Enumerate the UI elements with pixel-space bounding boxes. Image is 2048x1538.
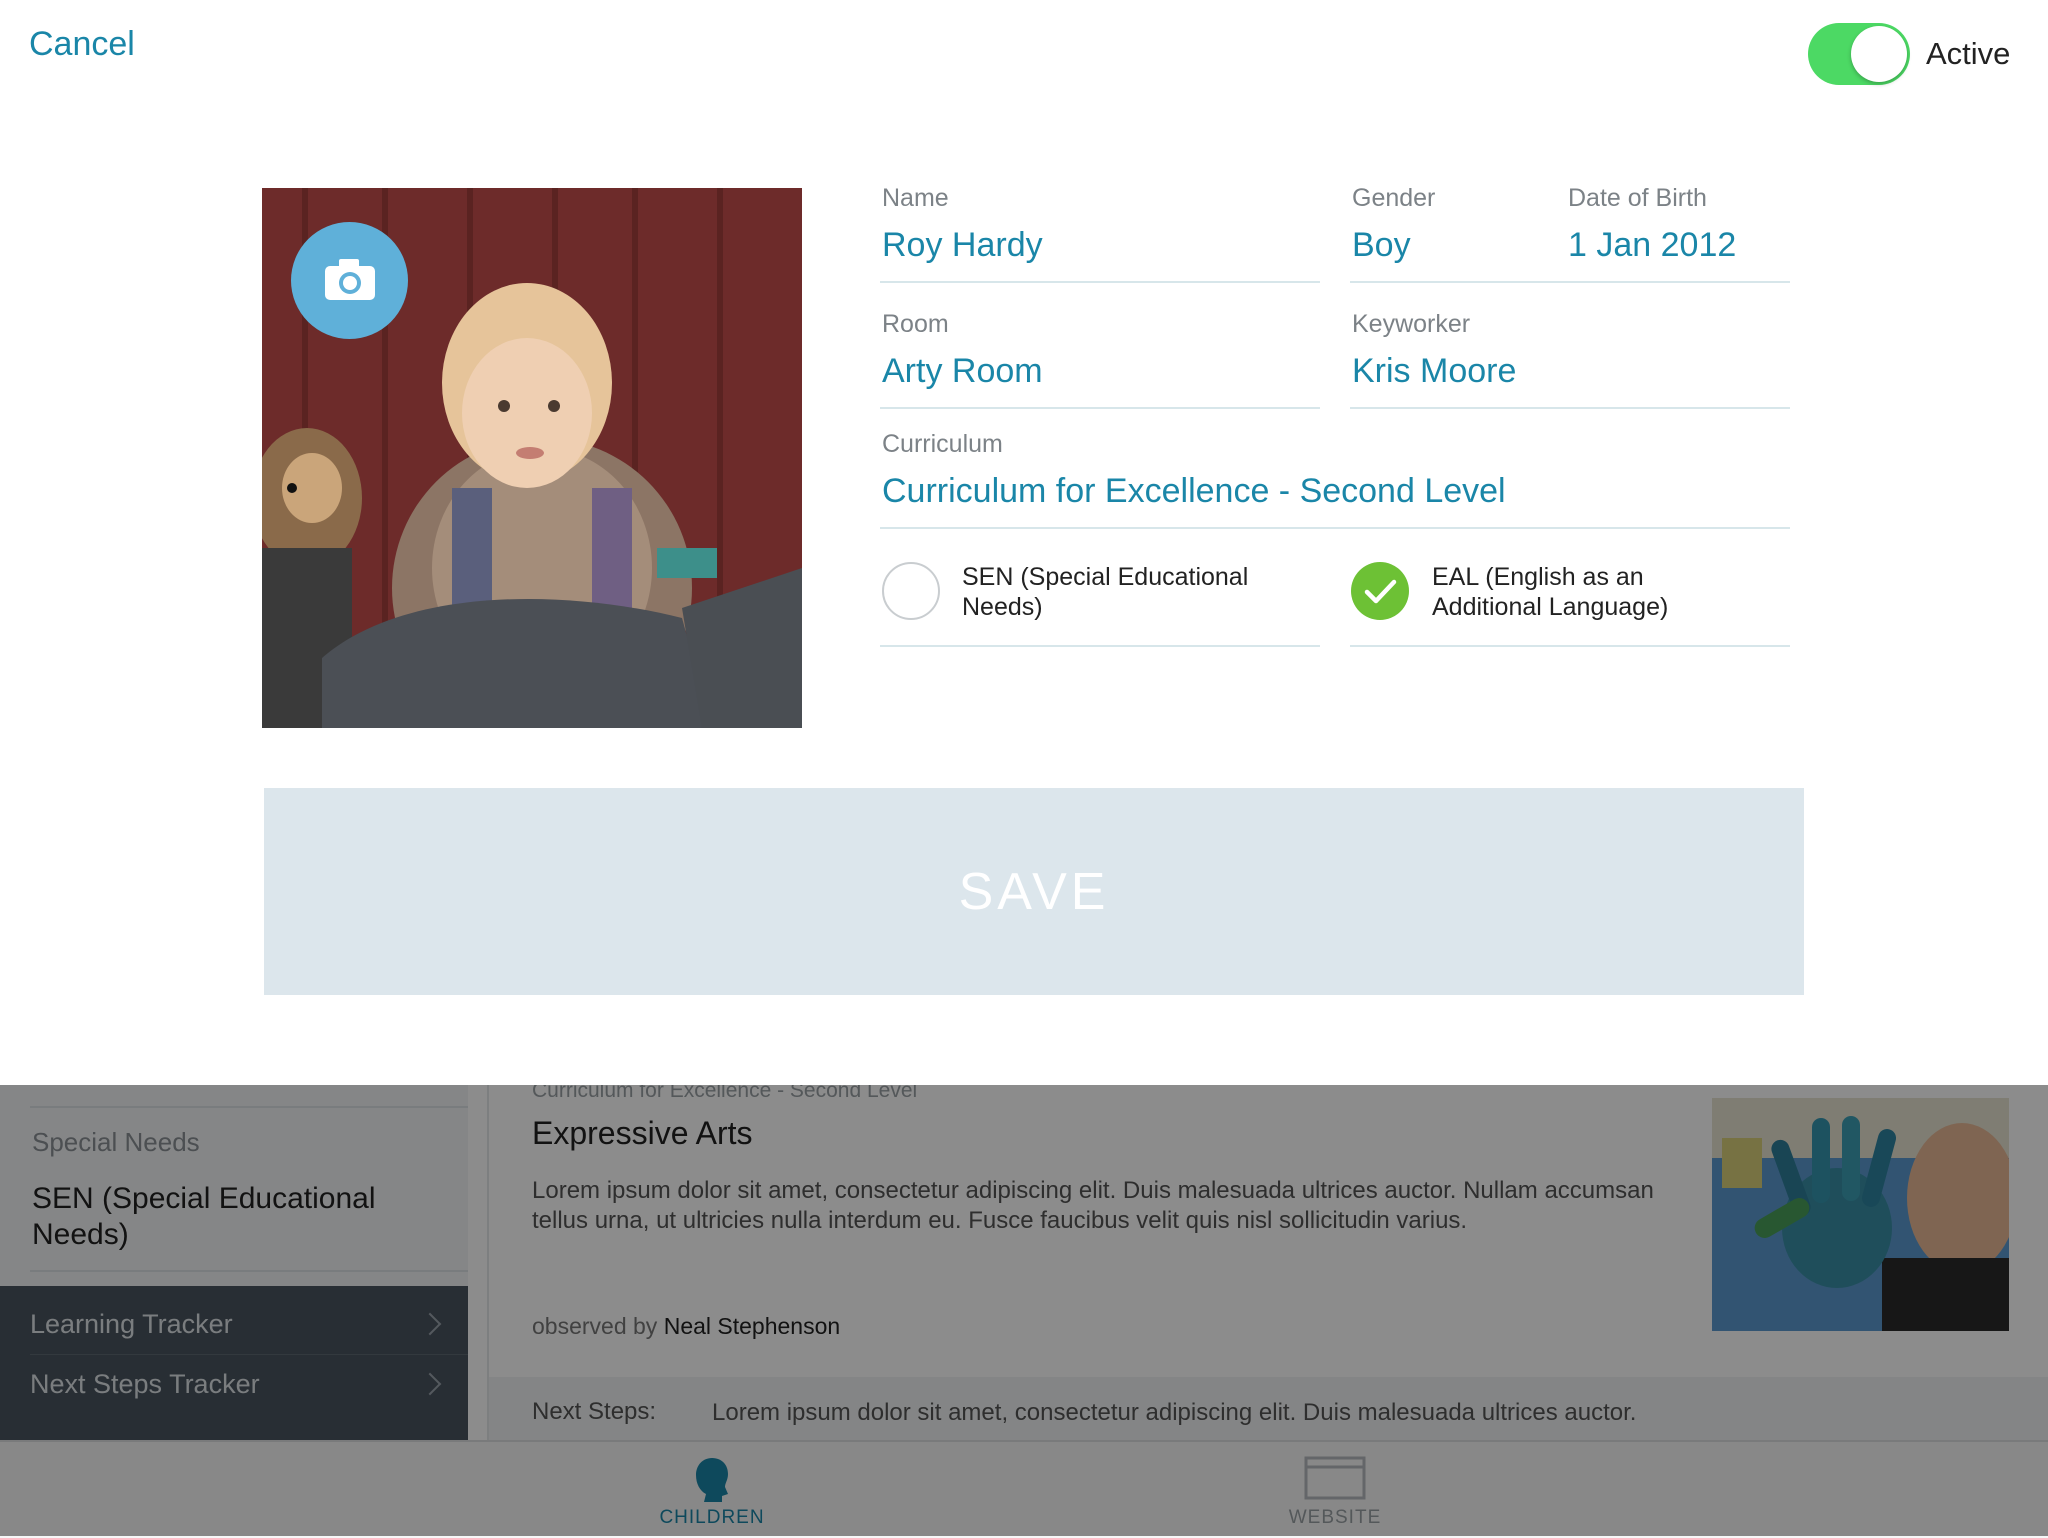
painted-hand-photo xyxy=(1712,1098,2009,1331)
divider xyxy=(1350,281,1790,283)
divider xyxy=(880,527,1790,529)
room-value: Arty Room xyxy=(882,352,1043,390)
edit-child-modal: Cancel Active Name Roy Hardy Gender Boy … xyxy=(0,0,2048,1085)
observation-card: Curriculum for Excellence - Second Level… xyxy=(489,1079,2048,1440)
sen-checkbox[interactable] xyxy=(882,562,940,620)
divider xyxy=(1350,645,1790,647)
gender-field[interactable]: Gender Boy xyxy=(1352,184,1552,274)
keyworker-field[interactable]: Keyworker Kris Moore xyxy=(1352,310,1792,400)
observation-title: Expressive Arts xyxy=(532,1115,753,1151)
date-of-birth-field[interactable]: Date of Birth 1 Jan 2012 xyxy=(1568,184,1788,274)
chevron-right-icon xyxy=(418,1312,442,1336)
eal-label: EAL (English as an Additional Language) xyxy=(1432,563,1669,621)
name-label: Name xyxy=(882,184,949,212)
active-label: Active xyxy=(1926,36,2011,71)
room-field[interactable]: Room Arty Room xyxy=(882,310,1322,400)
change-photo-button[interactable] xyxy=(291,222,408,339)
date-of-birth-value: 1 Jan 2012 xyxy=(1568,226,1737,264)
child-photo xyxy=(262,188,802,728)
next-steps-label: Next Steps: xyxy=(532,1398,657,1425)
curriculum-value: Curriculum for Excellence - Second Level xyxy=(882,472,1506,510)
save-button[interactable]: SAVE xyxy=(264,788,1804,995)
next-steps-tracker-item[interactable]: Next Steps Tracker xyxy=(30,1354,448,1414)
toggle-knob xyxy=(1851,26,1907,82)
name-value: Roy Hardy xyxy=(882,226,1043,264)
tracker-menu: Learning Tracker Next Steps Tracker xyxy=(0,1286,468,1440)
learning-tracker-item[interactable]: Learning Tracker xyxy=(30,1294,448,1354)
tab-website[interactable]: WEBSITE xyxy=(1215,1442,1455,1538)
observation-body: Lorem ipsum dolor sit amet, consectetur … xyxy=(532,1177,1654,1234)
room-label: Room xyxy=(882,310,949,338)
active-toggle[interactable] xyxy=(1808,23,1910,85)
divider xyxy=(30,1106,468,1108)
browser-window-icon xyxy=(1304,1456,1366,1500)
gender-value: Boy xyxy=(1352,226,1411,264)
observer-name: Neal Stephenson xyxy=(663,1313,841,1339)
tab-children[interactable]: CHILDREN xyxy=(592,1442,832,1538)
special-needs-value: SEN (Special Educational Needs) xyxy=(32,1182,376,1251)
checkmark-icon xyxy=(1364,579,1397,604)
divider xyxy=(30,1270,468,1272)
chevron-right-icon xyxy=(418,1372,442,1396)
date-of-birth-label: Date of Birth xyxy=(1568,184,1707,212)
eal-checkbox[interactable] xyxy=(1351,562,1409,620)
cancel-button[interactable]: Cancel xyxy=(29,25,135,64)
camera-icon xyxy=(325,259,375,300)
child-head-icon xyxy=(696,1458,728,1502)
observed-by: observed by Neal Stephenson xyxy=(532,1313,840,1340)
background-screen: Special Needs SEN (Special Educational N… xyxy=(0,1079,2048,1538)
divider xyxy=(880,281,1320,283)
keyworker-value: Kris Moore xyxy=(1352,352,1517,390)
sen-label: SEN (Special Educational Needs) xyxy=(962,563,1249,621)
observation-photo[interactable] xyxy=(1712,1098,2009,1331)
curriculum-field[interactable]: Curriculum Curriculum for Excellence - S… xyxy=(882,430,1792,520)
tab-label: WEBSITE xyxy=(1288,1507,1382,1528)
tracker-label: Next Steps Tracker xyxy=(30,1368,260,1399)
keyworker-label: Keyworker xyxy=(1352,310,1471,338)
tracker-label: Learning Tracker xyxy=(30,1308,233,1339)
gender-label: Gender xyxy=(1352,184,1436,212)
observed-by-prefix: observed by xyxy=(532,1313,658,1339)
special-needs-label: Special Needs xyxy=(32,1127,200,1157)
divider xyxy=(1350,407,1790,409)
tab-bar: CHILDREN WEBSITE xyxy=(0,1440,2048,1538)
divider xyxy=(880,407,1320,409)
tab-label: CHILDREN xyxy=(659,1507,765,1528)
name-field[interactable]: Name Roy Hardy xyxy=(882,184,1322,274)
curriculum-label: Curriculum xyxy=(882,430,1003,458)
divider xyxy=(880,645,1320,647)
next-steps-text: Lorem ipsum dolor sit amet, consectetur … xyxy=(712,1399,1637,1426)
